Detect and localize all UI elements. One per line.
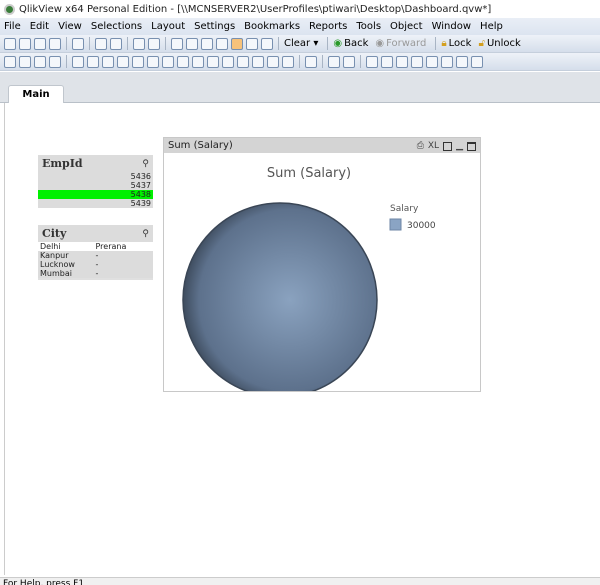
align-top-icon[interactable] — [411, 55, 423, 68]
back-button[interactable]: ◉ Back — [333, 38, 368, 49]
line-object-icon[interactable] — [207, 55, 219, 68]
print-icon[interactable] — [72, 37, 84, 50]
table-box-icon[interactable] — [102, 55, 114, 68]
layout-icon[interactable] — [343, 55, 355, 68]
city-listbox-header: City ⚲ — [38, 225, 153, 242]
standard-toolbar: Clear ▾ ◉ Back ◉ Forward 🔒︎ Lock 🔓︎ Unlock — [0, 35, 600, 53]
lock-button[interactable]: 🔒︎ Lock — [441, 38, 471, 49]
menu-bar: File Edit View Selections Layout Setting… — [0, 18, 600, 35]
redo-icon[interactable] — [148, 37, 160, 50]
input-box-icon[interactable] — [147, 55, 159, 68]
menu-view[interactable]: View — [58, 21, 82, 32]
menu-object[interactable]: Object — [390, 21, 423, 32]
minimize-icon[interactable]: ▁ — [456, 141, 463, 151]
pie-chart: Sum (Salary) Salary 30000 — [182, 166, 436, 398]
search-object-icon[interactable] — [252, 55, 264, 68]
empid-listbox-header: EmpId ⚲ — [38, 155, 153, 172]
clear-button[interactable]: Clear ▾ — [284, 38, 318, 49]
menu-bookmarks[interactable]: Bookmarks — [244, 21, 300, 32]
list-item[interactable]: 5439 — [38, 199, 153, 208]
list-item[interactable]: 5437 — [38, 181, 153, 190]
menu-selections[interactable]: Selections — [91, 21, 142, 32]
sheet-tab-bar — [0, 72, 600, 103]
container-icon[interactable] — [267, 55, 279, 68]
reload-icon[interactable] — [34, 37, 46, 50]
list-item[interactable]: 5436 — [38, 172, 153, 181]
multibox-icon[interactable] — [117, 55, 129, 68]
restore-icon[interactable] — [443, 141, 453, 151]
qlikview-logo-icon — [4, 3, 15, 15]
align-right-icon[interactable] — [396, 55, 408, 68]
new-icon[interactable] — [4, 37, 16, 50]
menu-file[interactable]: File — [4, 21, 21, 32]
design-grid-icon[interactable] — [231, 37, 243, 50]
open-icon[interactable] — [19, 37, 31, 50]
statistics-box-icon[interactable] — [87, 55, 99, 68]
edit-script-icon[interactable] — [95, 37, 107, 50]
window-title: QlikView x64 Personal Edition - [\\MCNSE… — [19, 3, 492, 15]
bookmark-object-icon[interactable] — [237, 55, 249, 68]
title-bar: QlikView x64 Personal Edition - [\\MCNSE… — [0, 0, 600, 18]
empid-listbox: EmpId ⚲ 5436 5437 5438 5439 — [38, 155, 153, 208]
list-item[interactable]: Kanpur - — [38, 251, 153, 260]
pie-slice[interactable] — [182, 202, 378, 398]
design-toolbar — [0, 53, 600, 71]
align-bottom-icon[interactable] — [441, 55, 453, 68]
sheet-properties-icon[interactable] — [49, 55, 61, 68]
legend-swatch — [389, 218, 402, 231]
chart-icon[interactable] — [201, 37, 213, 50]
menu-layout[interactable]: Layout — [151, 21, 185, 32]
space-vertical-icon[interactable] — [471, 55, 483, 68]
current-selections-icon[interactable] — [162, 55, 174, 68]
text-object-icon[interactable] — [192, 55, 204, 68]
slider-icon[interactable] — [222, 55, 234, 68]
chart-caption: Sum (Salary) ⎙ XL ▁ — [164, 138, 480, 153]
status-bar: For Help, press F1 — [0, 577, 600, 585]
save-icon[interactable] — [49, 37, 61, 50]
print-icon[interactable]: ⎙ — [417, 141, 424, 151]
align-left-icon[interactable] — [366, 55, 378, 68]
space-horizontal-icon[interactable] — [456, 55, 468, 68]
menu-edit[interactable]: Edit — [30, 21, 49, 32]
list-item-selected[interactable]: 5438 — [38, 190, 153, 199]
listbox-icon[interactable] — [72, 55, 84, 68]
demote-sheet-icon[interactable] — [34, 55, 46, 68]
legend-title: Salary — [390, 204, 419, 214]
forward-button[interactable]: ◉ Forward — [375, 38, 426, 49]
help-icon[interactable] — [246, 37, 258, 50]
reload-data-icon[interactable] — [110, 37, 122, 50]
chart-object-icon[interactable] — [132, 55, 144, 68]
menu-settings[interactable]: Settings — [194, 21, 235, 32]
menu-tools[interactable]: Tools — [356, 21, 381, 32]
search-icon[interactable]: ⚲ — [142, 159, 149, 169]
legend-label: 30000 — [407, 221, 436, 231]
undo-icon[interactable] — [133, 37, 145, 50]
send-to-excel-icon[interactable]: XL — [428, 141, 439, 151]
maximize-icon[interactable] — [467, 141, 476, 151]
list-item[interactable]: Lucknow - — [38, 260, 153, 269]
promote-sheet-icon[interactable] — [19, 55, 31, 68]
chart-title: Sum (Salary) — [267, 166, 351, 181]
tab-main[interactable]: Main — [8, 85, 64, 104]
search-icon[interactable] — [171, 37, 183, 50]
search-icon[interactable]: ⚲ — [142, 229, 149, 239]
menu-help[interactable]: Help — [480, 21, 503, 32]
city-listbox: City ⚲ Delhi Prerana Kanpur - Lucknow - Mumb… — [38, 225, 153, 280]
align-middle-icon[interactable] — [426, 55, 438, 68]
menu-reports[interactable]: Reports — [309, 21, 347, 32]
custom-object-icon[interactable] — [282, 55, 294, 68]
quick-chart-icon[interactable] — [305, 55, 317, 68]
list-item[interactable]: Mumbai - — [38, 269, 153, 278]
unlock-button[interactable]: 🔓︎ Unlock — [478, 38, 520, 49]
list-item[interactable]: Delhi Prerana — [38, 242, 153, 251]
selections-icon[interactable] — [186, 37, 198, 50]
format-painter-icon[interactable] — [328, 55, 340, 68]
button-object-icon[interactable] — [177, 55, 189, 68]
align-center-icon[interactable] — [381, 55, 393, 68]
new-sheet-icon[interactable] — [4, 55, 16, 68]
context-help-icon[interactable] — [261, 37, 273, 50]
sum-salary-chart[interactable]: Sum (Salary) ⎙ XL ▁ Sum (Salary) Salary 30… — [163, 137, 481, 398]
menu-window[interactable]: Window — [432, 21, 471, 32]
favorite-icon[interactable] — [216, 37, 228, 50]
